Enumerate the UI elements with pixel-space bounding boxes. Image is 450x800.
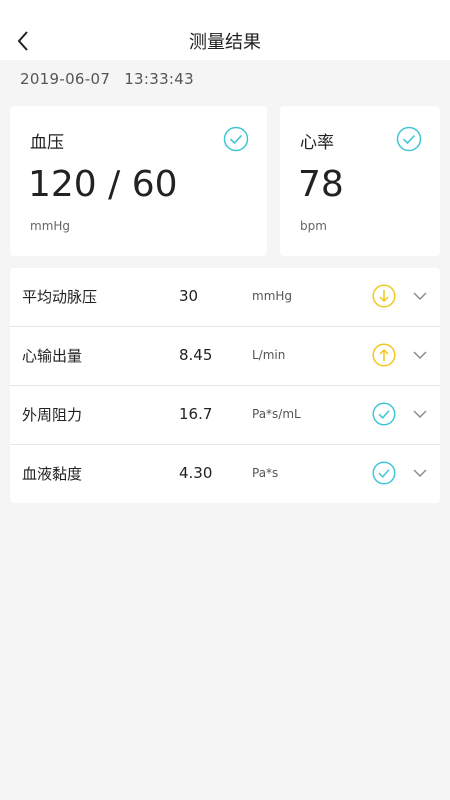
chevron-down-icon[interactable] (410, 463, 430, 483)
metric-value: 16.7 (179, 405, 213, 423)
metric-value: 4.30 (179, 464, 213, 482)
chevron-down-icon[interactable] (410, 404, 430, 424)
chevron-down-icon[interactable] (410, 345, 430, 365)
check-circle-icon (372, 461, 396, 485)
chevron-down-icon[interactable] (410, 286, 430, 306)
blood-pressure-unit: mmHg (30, 219, 71, 233)
arrow-up-circle-icon (372, 343, 396, 367)
metric-name: 心输出量 (22, 347, 83, 365)
measurement-datetime: 2019-06-07 13:33:43 (20, 70, 194, 88)
heart-rate-value: 78 (298, 164, 344, 205)
metric-row-peripheral-resistance[interactable]: 外周阻力 16.7 Pa*s/mL (10, 386, 440, 445)
heart-rate-unit: bpm (300, 219, 327, 233)
check-circle-icon (396, 126, 422, 152)
metric-value: 8.45 (179, 346, 213, 364)
metric-row-mean-arterial-pressure[interactable]: 平均动脉压 30 mmHg (10, 268, 440, 327)
blood-pressure-value: 120 / 60 (28, 164, 178, 205)
check-circle-icon (223, 126, 249, 152)
metric-name: 血液黏度 (22, 465, 83, 483)
metric-unit: L/min (252, 348, 286, 362)
metric-name: 平均动脉压 (22, 288, 98, 306)
measurement-time: 13:33:43 (124, 70, 194, 88)
arrow-down-circle-icon (372, 284, 396, 308)
blood-pressure-card: 血压 120 / 60 mmHg (10, 106, 267, 256)
measurement-date: 2019-06-07 (20, 70, 111, 88)
header-bar: 测量结果 (0, 0, 450, 60)
metric-unit: Pa*s (252, 466, 279, 480)
metrics-list: 平均动脉压 30 mmHg 心输出量 8.45 L/min 外周阻力 16.7 … (10, 268, 440, 503)
metric-row-cardiac-output[interactable]: 心输出量 8.45 L/min (10, 327, 440, 386)
blood-pressure-label: 血压 (30, 133, 64, 153)
metric-value: 30 (179, 287, 199, 305)
page-title: 测量结果 (189, 32, 261, 53)
metric-row-blood-viscosity[interactable]: 血液黏度 4.30 Pa*s (10, 445, 440, 503)
check-circle-icon (372, 402, 396, 426)
metric-name: 外周阻力 (22, 406, 83, 424)
metric-unit: mmHg (252, 289, 293, 303)
metric-unit: Pa*s/mL (252, 407, 301, 421)
heart-rate-card: 心率 78 bpm (280, 106, 440, 256)
heart-rate-label: 心率 (300, 133, 334, 153)
